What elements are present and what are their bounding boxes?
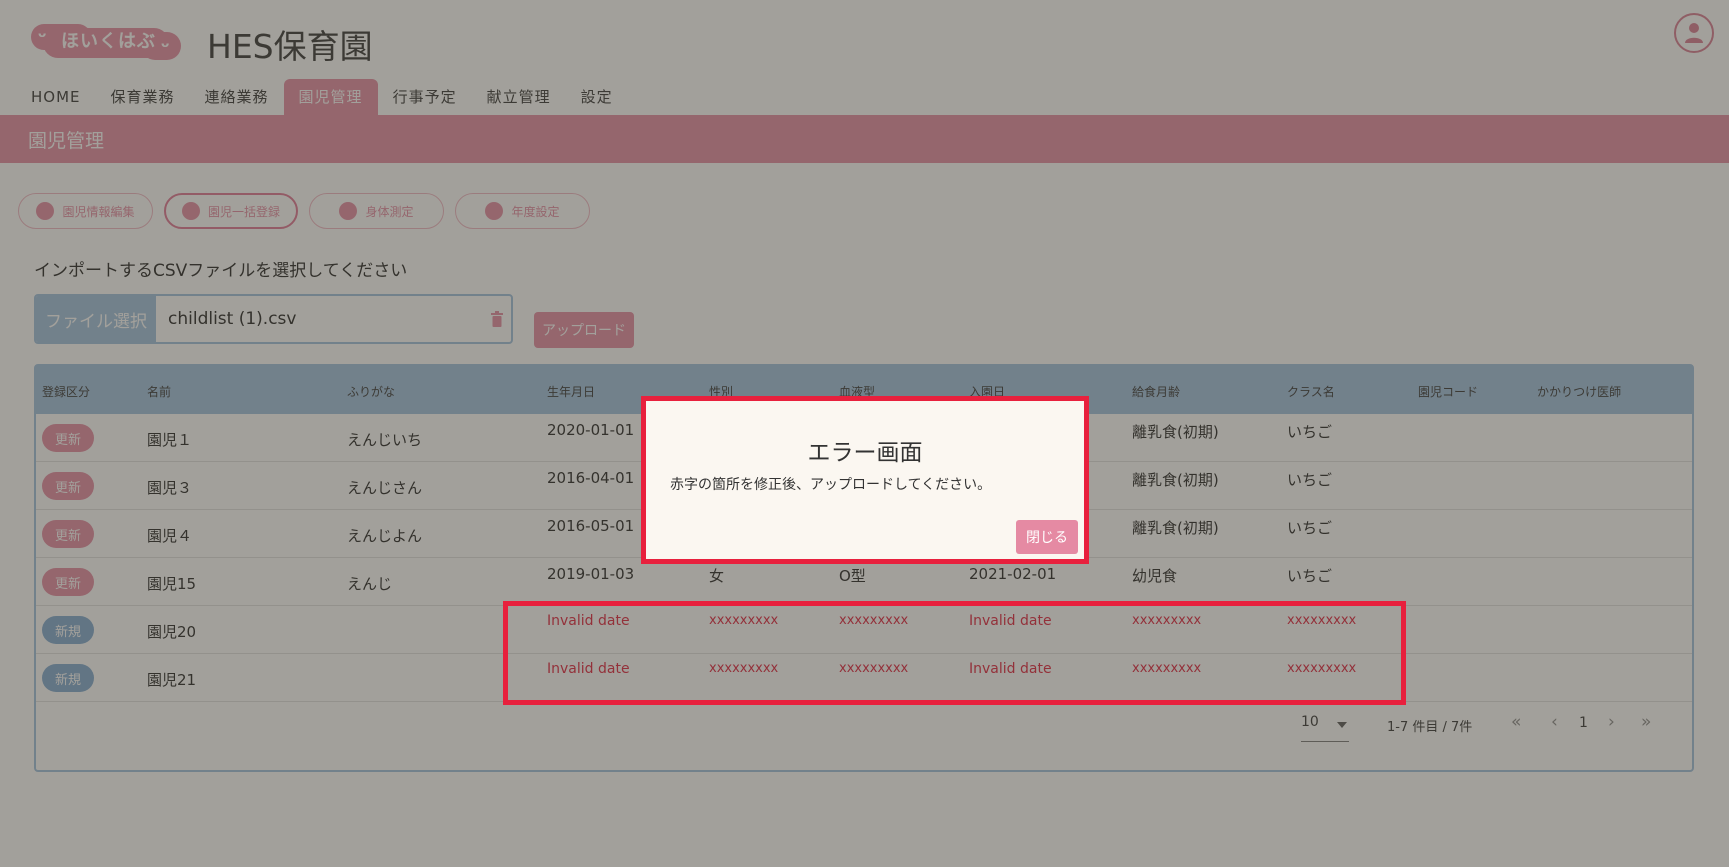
dialog-title: エラー画面 [807, 440, 923, 466]
dialog-message: 赤字の箇所を修正後、アップロードしてください。 [670, 477, 992, 493]
close-button[interactable]: 閉じる [1016, 520, 1078, 554]
error-dialog: エラー画面 赤字の箇所を修正後、アップロードしてください。 閉じる [641, 396, 1089, 564]
error-highlight-box [503, 601, 1406, 705]
